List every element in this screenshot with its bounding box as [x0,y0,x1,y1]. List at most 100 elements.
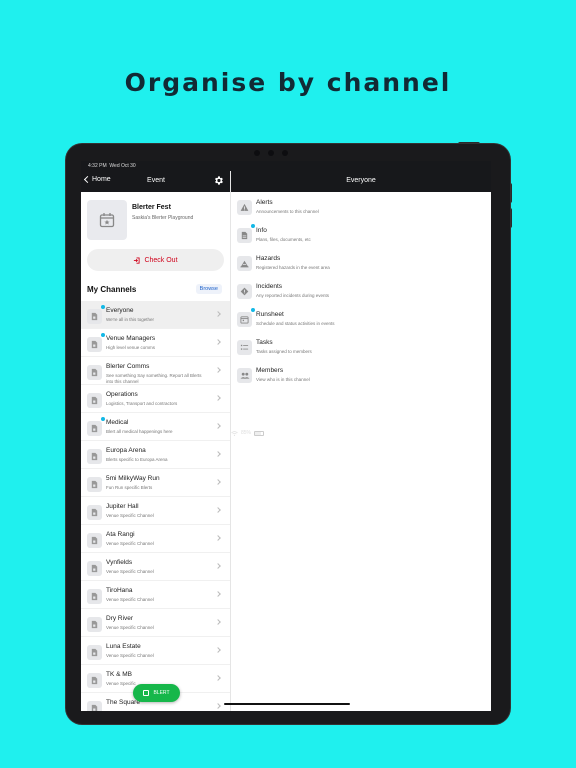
channel-name: 5mi MilkyWay Run [106,475,160,482]
channel-list: Everyone We're all in this together Venue … [81,301,230,711]
channel-item[interactable]: Medical Blert all medical happenings here [81,413,230,441]
unread-dot [101,417,105,421]
channel-item[interactable]: Ata Rangi Venue Specific Channel [81,525,230,553]
channel-icon [87,477,102,492]
section-name: Members [256,367,284,374]
channel-name: Dry River [106,615,134,622]
section-description: Registered hazards in the event area [256,265,330,270]
blert-button[interactable]: BLERT [133,684,180,702]
channel-icon [87,701,102,711]
channel-item[interactable]: Jupiter Hall Venue Specific Channel [81,497,230,525]
channel-name: The Square [106,699,140,706]
channel-description: High level venue comms [106,345,156,350]
blert-label: BLERT [153,690,170,696]
chevron-right-icon [215,311,221,317]
section-members[interactable]: Members View who is in this channel [231,362,491,390]
channel-name: Everyone [106,307,134,314]
channel-name: Vynfields [106,559,133,566]
calendar-icon [237,312,252,327]
event-name: Blerter Fest [132,204,171,211]
home-indicator [224,703,350,705]
channel-icon [87,393,102,408]
channel-name: TK & MB [106,671,133,678]
channel-item[interactable]: Luna Estate Venue Specific Channel [81,637,230,665]
chevron-right-icon [215,479,221,485]
blert-icon [143,690,150,696]
section-description: Any reported incidents during events [256,293,330,298]
chevron-right-icon [215,367,221,373]
section-description: Plans, files, documents, etc [256,237,311,242]
section-info[interactable]: Info Plans, files, documents, etc [231,222,491,250]
exit-icon [134,256,141,264]
section-description: Schedule and status activities in events [256,321,335,326]
event-calendar-icon [87,200,127,240]
section-name: Incidents [256,283,283,290]
section-name: Alerts [256,199,273,206]
chevron-right-icon [215,395,221,401]
channel-item[interactable]: Venue Managers High level venue comms [81,329,230,357]
channel-icon [87,645,102,660]
channel-name: Venue Managers [106,335,156,342]
channel-icon [87,617,102,632]
section-name: Info [256,227,267,234]
unread-dot [251,308,255,312]
channel-name: Medical [106,419,129,426]
channel-item[interactable]: Dry River Venue Specific Channel [81,609,230,637]
channels-title: My Channels [87,285,137,294]
section-tasks[interactable]: Tasks Tasks assigned to members [231,334,491,362]
status-bar: 4:32 PM Wed Oct 30 85% [81,161,491,436]
unread-dot [101,305,105,309]
left-pane: Home Event Blerter Fest Saskia's Blerter… [81,171,231,711]
section-description: Announcements to this channel [256,209,319,214]
chevron-right-icon [215,451,221,457]
channels-header: My Channels Browse [81,277,230,301]
chevron-right-icon [215,507,221,513]
right-pane: Everyone Alerts Announcements to this cha… [231,171,491,711]
status-time: 4:32 PM Wed Oct 30 [88,163,136,169]
section-alerts[interactable]: Alerts Announcements to this channel [231,194,491,222]
chevron-right-icon [215,647,221,653]
chevron-right-icon [215,563,221,569]
right-nav-title: Everyone [346,177,376,184]
channel-description: Venue Specific Channel [106,513,154,518]
channel-icon [87,365,102,380]
channel-item[interactable]: Operations Logistics, Transport and contr… [81,385,230,413]
section-description: View who is in this channel [256,377,310,382]
chevron-right-icon [215,675,221,681]
chevron-right-icon [215,535,221,541]
channel-icon [87,673,102,688]
section-incidents[interactable]: Incidents Any reported incidents during e… [231,278,491,306]
channel-item[interactable]: Vynfields Venue Specific Channel [81,553,230,581]
channel-name: Blerter Comms [106,363,150,370]
camera-array [254,150,288,156]
section-name: Runsheet [256,311,284,318]
section-hazards[interactable]: Hazards Registered hazards in the event a… [231,250,491,278]
gear-icon[interactable] [213,175,224,186]
chevron-right-icon [215,703,221,709]
channel-icon [87,309,102,324]
chevron-right-icon [215,591,221,597]
members-icon [237,368,252,383]
channel-item[interactable]: Blerter Comms See something Say something… [81,357,230,385]
channel-item[interactable]: 5mi MilkyWay Run Fun Run specific Blerts [81,469,230,497]
channel-icon [87,533,102,548]
check-out-button[interactable]: Check Out [87,249,224,271]
screen: 4:32 PM Wed Oct 30 85% Home Event Blerte… [81,161,491,711]
channel-description: Blert all medical happenings here [106,429,173,434]
channel-item[interactable]: TiroHana Venue Specific Channel [81,581,230,609]
section-name: Hazards [256,255,281,262]
browse-button[interactable]: Browse [195,284,222,294]
channel-name: Jupiter Hall [106,503,139,510]
unread-dot [251,224,255,228]
channel-item[interactable]: Everyone We're all in this together [81,301,230,329]
channel-icon [87,449,102,464]
incident-icon [237,284,252,299]
channel-description: Venue Specific Channel [106,597,154,602]
channel-description: Logistics, Transport and contractors [106,401,178,406]
unread-dot [101,333,105,337]
channel-description: See something Say something. Report all … [106,373,202,384]
event-card[interactable]: Blerter Fest Saskia's Blerter Playground [81,192,230,242]
section-runsheet[interactable]: Runsheet Schedule and status activities i… [231,306,491,334]
channel-item[interactable]: Europa Arena Blerts specific to Europa Ar… [81,441,230,469]
warning-icon [237,200,252,215]
